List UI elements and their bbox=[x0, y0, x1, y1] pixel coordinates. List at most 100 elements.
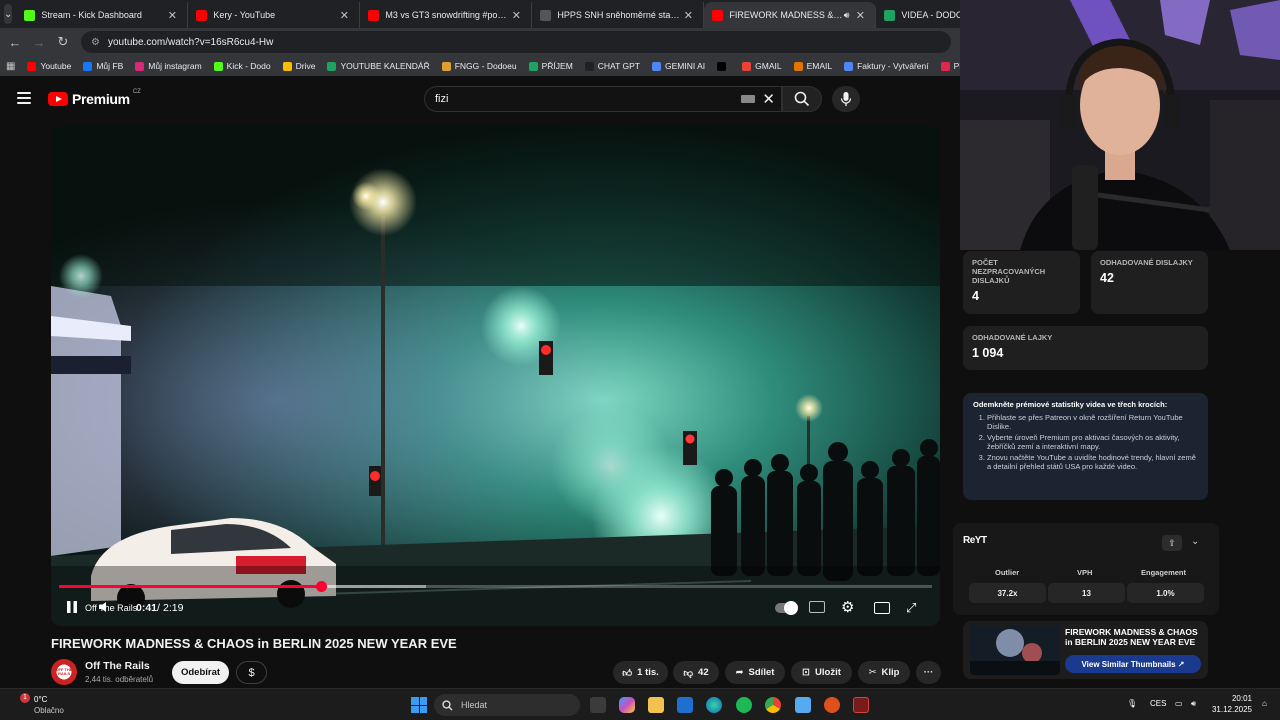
windows-start-icon[interactable] bbox=[411, 697, 427, 713]
close-tab-icon[interactable]: ✕ bbox=[337, 9, 351, 22]
system-clock[interactable]: 20:01 31.12.2025 bbox=[1210, 693, 1252, 715]
bookmark-favicon-icon bbox=[135, 61, 145, 71]
obs-icon[interactable] bbox=[824, 697, 840, 713]
microphone-icon bbox=[840, 92, 852, 106]
bookmark-label: GMAIL bbox=[755, 61, 782, 71]
browser-tab[interactable]: FIREWORK MADNESS & CH 🔊︎ ✕ bbox=[704, 2, 877, 28]
join-button[interactable]: $ bbox=[236, 661, 267, 684]
tab-title: FIREWORK MADNESS & CH bbox=[729, 10, 844, 20]
browser-tab[interactable]: M3 vs GT3 snowdrifting #porsc ✕ bbox=[360, 2, 533, 28]
miniplayer-icon[interactable] bbox=[874, 602, 890, 614]
bookmark-label: GEMINI AI bbox=[664, 61, 706, 71]
copilot-icon[interactable] bbox=[619, 697, 635, 713]
volume-icon[interactable] bbox=[97, 600, 111, 614]
browser-tab[interactable]: HPPS SNH sněhoměrné stanice ✕ bbox=[532, 2, 705, 28]
forward-icon[interactable]: → bbox=[27, 35, 51, 50]
channel-name[interactable]: Off The Rails bbox=[85, 660, 150, 672]
hamburger-menu-icon[interactable] bbox=[17, 92, 31, 104]
weather-widget[interactable]: 1 0°C Oblačno bbox=[8, 692, 78, 718]
search-icon bbox=[442, 699, 453, 710]
autoplay-toggle[interactable] bbox=[775, 601, 798, 615]
audio-playing-icon[interactable]: 🔊︎ bbox=[844, 10, 850, 21]
bookmark-item[interactable] bbox=[717, 61, 730, 71]
bookmark-item[interactable]: EMAIL bbox=[793, 61, 832, 71]
subtitles-icon[interactable] bbox=[809, 601, 825, 613]
close-tab-icon[interactable]: ✕ bbox=[165, 9, 179, 22]
bookmark-item[interactable]: Můj instagram bbox=[135, 61, 202, 71]
bookmark-item[interactable]: CHAT GPT bbox=[584, 61, 640, 71]
volume-icon[interactable]: 🔊︎ bbox=[1191, 699, 1196, 709]
stat-label: ODHADOVANÉ LAJKY bbox=[972, 333, 1053, 342]
more-actions-button[interactable]: ··· bbox=[916, 661, 941, 684]
search-button[interactable] bbox=[782, 86, 822, 112]
bookmark-item[interactable]: GMAIL bbox=[742, 61, 782, 71]
promo-step: Přihlaste se přes Patreon v okně rozšíře… bbox=[987, 413, 1198, 431]
search-input[interactable]: fizi ✕ bbox=[424, 86, 782, 112]
pause-icon[interactable] bbox=[66, 600, 78, 614]
voice-search-button[interactable] bbox=[832, 86, 860, 112]
fullscreen-icon[interactable]: ⤢ bbox=[906, 600, 916, 616]
spotify-icon[interactable] bbox=[736, 697, 752, 713]
bookmark-item[interactable]: GEMINI AI bbox=[651, 61, 706, 71]
clear-search-icon[interactable]: ✕ bbox=[762, 90, 775, 108]
video-player[interactable]: Off The Rails 0:41 / 2:19 ⚙ ⤢ bbox=[51, 126, 940, 626]
windows-taskbar: 1 0°C Oblačno Hledat 🎙︎ CES ▭ 🔊︎ 20:01 3… bbox=[0, 688, 1280, 720]
reload-icon[interactable]: ↻ bbox=[51, 34, 75, 50]
close-tab-icon[interactable]: ✕ bbox=[681, 9, 695, 22]
extension-logo[interactable]: ReYT bbox=[963, 535, 987, 546]
notification-bell-icon[interactable]: ⌂ bbox=[1262, 699, 1267, 708]
edge-icon[interactable] bbox=[706, 697, 722, 713]
keyboard-icon[interactable] bbox=[741, 95, 755, 103]
bookmark-label: Můj instagram bbox=[148, 61, 202, 71]
input-language[interactable]: CES bbox=[1150, 699, 1166, 708]
video-thumbnail[interactable] bbox=[970, 625, 1060, 675]
file-explorer-icon[interactable] bbox=[648, 697, 664, 713]
browser-tab[interactable]: Stream - Kick Dashboard ✕ bbox=[16, 2, 189, 28]
bookmark-item[interactable]: YOUTUBE KALENDÁŘ bbox=[327, 61, 430, 71]
browser-tab[interactable]: Kery - YouTube ✕ bbox=[188, 2, 361, 28]
bookmark-item[interactable]: Kick - Dodo bbox=[213, 61, 271, 71]
taskbar-search[interactable]: Hledat bbox=[434, 694, 580, 716]
taskbar-search-placeholder: Hledat bbox=[461, 700, 488, 710]
tab-search-menu-button[interactable]: ⌄ bbox=[4, 4, 13, 24]
youtube-masthead: Premium CZ fizi ✕ bbox=[0, 76, 960, 122]
search-query: fizi bbox=[435, 93, 449, 105]
apps-grid-icon[interactable]: ▦ bbox=[6, 61, 15, 72]
bookmark-item[interactable]: FNGG - Dodoeu bbox=[441, 61, 517, 71]
clip-button[interactable]: ✂ Klip bbox=[858, 661, 910, 684]
browser-toolbar: ← → ↻ ⚙ youtube.com/watch?v=16sR6cu4-Hw bbox=[0, 28, 960, 56]
bookmark-item[interactable]: Můj FB bbox=[83, 61, 123, 71]
youtube-icon bbox=[368, 9, 380, 21]
subscribe-button[interactable]: Odebírat bbox=[172, 661, 229, 684]
network-icon[interactable]: ▭ bbox=[1175, 699, 1183, 708]
bookmark-item[interactable]: PŘÍJEM bbox=[528, 61, 573, 71]
bookmark-item[interactable]: Faktury - Vytváření bbox=[844, 61, 929, 71]
bookmark-favicon-icon bbox=[844, 61, 854, 71]
notepad-icon[interactable] bbox=[795, 697, 811, 713]
chrome-icon[interactable] bbox=[765, 697, 781, 713]
bookmark-item[interactable]: Youtube bbox=[27, 61, 71, 71]
outlook-icon[interactable] bbox=[677, 697, 693, 713]
dislike-button[interactable]: 👎︎ 42 bbox=[673, 661, 719, 684]
channel-avatar[interactable]: OFF THE RAILS bbox=[51, 659, 77, 685]
task-view-icon[interactable] bbox=[590, 697, 606, 713]
site-settings-icon[interactable]: ⚙ bbox=[91, 37, 100, 48]
save-button[interactable]: ⊡ Uložit bbox=[791, 661, 852, 684]
share-button[interactable]: ➦ Sdílet bbox=[725, 661, 785, 684]
like-button[interactable]: 👍︎ 1 tis. bbox=[613, 661, 668, 684]
excel-like-active-app-icon[interactable] bbox=[853, 697, 869, 713]
chevron-down-icon[interactable]: ⌄ bbox=[1191, 536, 1199, 547]
address-bar[interactable]: ⚙ youtube.com/watch?v=16sR6cu4-Hw bbox=[81, 31, 951, 53]
close-tab-icon[interactable]: ✕ bbox=[853, 9, 867, 22]
bookmark-label: Youtube bbox=[40, 61, 72, 71]
bookmark-item[interactable]: Drive bbox=[282, 61, 315, 71]
view-similar-thumbnails-button[interactable]: View Similar Thumbnails ↗ bbox=[1065, 655, 1201, 673]
settings-gear-icon[interactable]: ⚙ bbox=[841, 598, 854, 616]
bookmark-label: PŘÍJEM bbox=[541, 61, 573, 71]
close-tab-icon[interactable]: ✕ bbox=[509, 9, 523, 22]
tray-microphone-icon[interactable]: 🎙︎ bbox=[1127, 699, 1137, 708]
bookmark-favicon-icon bbox=[651, 61, 661, 71]
back-icon[interactable]: ← bbox=[3, 35, 27, 50]
export-button[interactable]: ⇪ bbox=[1162, 535, 1182, 551]
youtube-premium-logo[interactable]: Premium CZ bbox=[48, 89, 141, 107]
